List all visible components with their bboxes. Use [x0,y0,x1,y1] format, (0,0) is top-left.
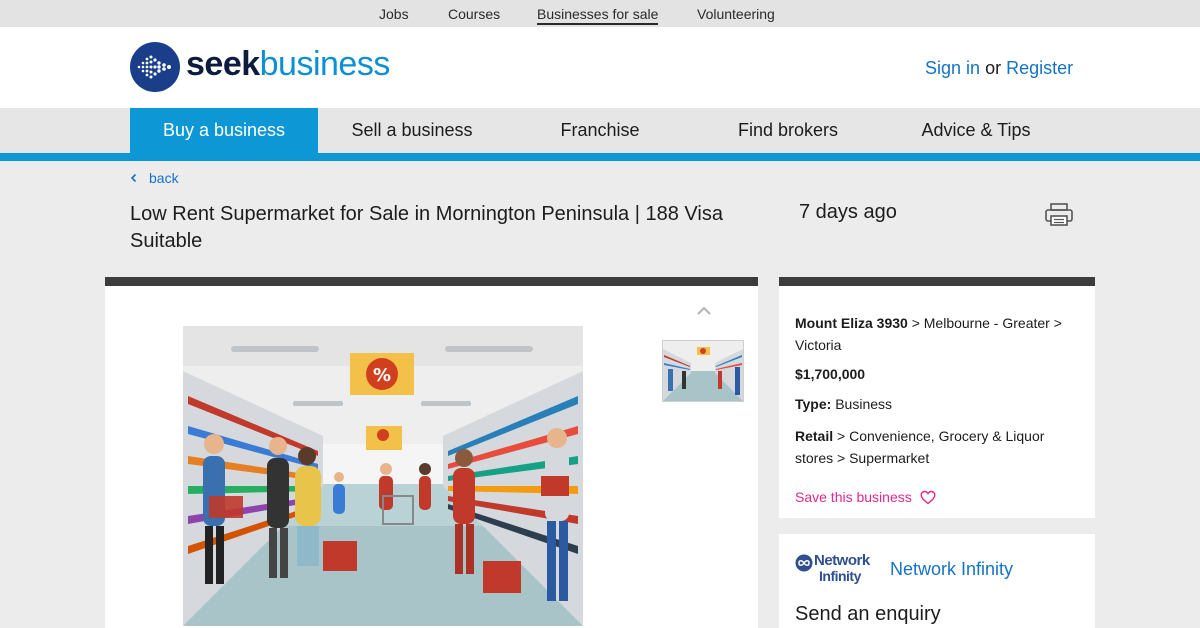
chevron-up-icon[interactable] [695,304,713,318]
chevron-left-icon [130,170,142,186]
nav-find-brokers[interactable]: Find brokers [694,108,882,153]
nav-sell-a-business[interactable]: Sell a business [318,108,506,153]
broker-logo-line2: Infinity [819,568,861,584]
print-icon[interactable] [1044,203,1074,227]
nav-franchise[interactable]: Franchise [506,108,694,153]
network-infinity-logo[interactable]: Network Infinity [795,552,877,586]
svg-text:%: % [373,365,391,386]
location-suburb: Mount Eliza 3930 [795,315,908,331]
main-listing-photo[interactable]: % [183,326,583,626]
seek-logo-icon [130,42,180,92]
sign-in-link[interactable]: Sign in [925,58,980,78]
send-enquiry-heading: Send an enquiry [795,603,941,625]
listing-price: $1,700,000 [795,366,866,382]
back-label: back [149,170,179,186]
logo-word-business: business [259,45,391,83]
listing-category: Retail > Convenience, Grocery & Liquor s… [795,425,1085,469]
category-label: Retail [795,428,834,444]
auth-links: Sign in or Register [925,58,1073,79]
broker-name-link[interactable]: Network Infinity [890,559,1013,580]
utility-nav: Jobs Courses Businesses for sale Volunte… [0,0,1200,27]
listing-details: Mount Eliza 3930 > Melbourne - Greater >… [779,277,1095,518]
utility-nav-jobs[interactable]: Jobs [379,6,409,22]
save-business-button[interactable]: Save this business [795,489,936,505]
listing-age: 7 days ago [799,201,897,223]
auth-or-text: or [985,58,1002,78]
photo-gallery: % [105,277,758,628]
listing-type: Type: Business [795,393,1085,415]
category-path: > Convenience, Grocery & Liquor stores >… [795,428,1045,466]
logo-word-seek: seek [186,45,260,83]
register-link[interactable]: Register [1006,58,1073,78]
heart-icon [920,490,936,505]
main-nav: Buy a business Sell a business Franchise… [0,108,1200,153]
type-label: Type: [795,396,832,412]
broker-logo-line1: Network [814,552,870,569]
nav-buy-a-business[interactable]: Buy a business [130,108,318,153]
logo-wordmark: seekbusiness [186,45,390,84]
utility-nav-volunteering[interactable]: Volunteering [697,6,775,22]
utility-nav-businesses-for-sale[interactable]: Businesses for sale [537,6,659,25]
back-link[interactable]: back [130,170,179,186]
seek-business-logo[interactable]: seekbusiness [130,42,390,94]
save-business-label: Save this business [795,489,912,505]
listing-location: Mount Eliza 3930 > Melbourne - Greater >… [795,312,1085,356]
nav-advice-tips[interactable]: Advice & Tips [882,108,1070,153]
utility-nav-courses[interactable]: Courses [448,6,500,22]
listing-title: Low Rent Supermarket for Sale in Morning… [130,203,723,252]
thumbnail-photo[interactable] [662,340,744,402]
nav-accent-stripe [0,153,1200,161]
type-value: Business [835,396,893,412]
site-header: seekbusiness Sign in or Register [0,27,1200,108]
broker-card: Network Infinity Network Infinity Send a… [779,534,1095,628]
